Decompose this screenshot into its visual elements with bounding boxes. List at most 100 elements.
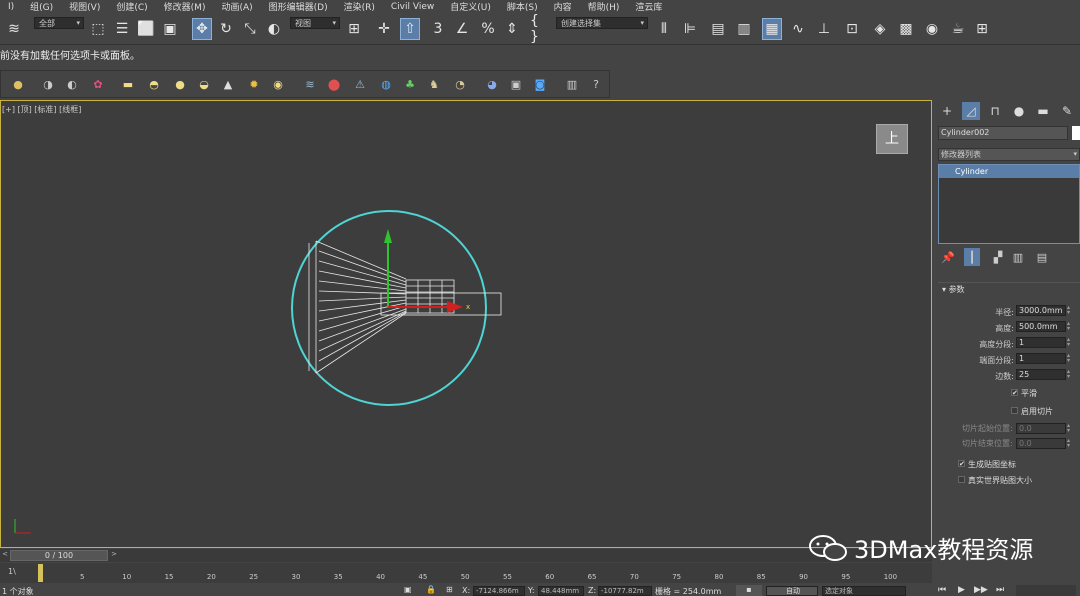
disc-icon[interactable]: ◒ (195, 75, 213, 93)
select-by-name-icon[interactable]: ☰ (112, 18, 132, 40)
viewport-label[interactable]: [+] [顶] [标准] [线框] (2, 104, 81, 115)
selection-filter-dropdown[interactable]: 全部 ▾ (34, 17, 84, 29)
window-crossing-icon[interactable]: ▣ (160, 18, 180, 40)
render-cloud-icon[interactable]: ⊞ (972, 18, 992, 40)
real-world-checkbox[interactable] (958, 476, 965, 483)
mirror-icon[interactable]: ⫴ (654, 18, 674, 40)
modifier-list-dropdown[interactable]: 修改器列表 ▾ (938, 148, 1080, 161)
help-icon[interactable]: ? (587, 75, 605, 93)
gravity-icon[interactable]: ⬤ (325, 75, 343, 93)
configure-sets-icon[interactable]: ▤ (1034, 248, 1050, 266)
named-selection-dropdown[interactable]: 创建选择集 ▾ (556, 17, 648, 29)
auto-key-button[interactable]: 自动 (766, 586, 818, 596)
schematic-view-icon[interactable]: ⊡ (842, 18, 862, 40)
transform-mode-icon[interactable]: ⊞ (446, 585, 453, 594)
slice-to-arrows[interactable]: ▴ ▾ (1067, 438, 1073, 449)
cap-segments-arrows[interactable]: ▴ ▾ (1067, 353, 1073, 364)
menu-item[interactable]: Civil View (383, 2, 442, 12)
gizmo-x-arrow[interactable] (447, 301, 463, 313)
gen-uv-checkbox[interactable]: ✔ (958, 460, 965, 468)
height-spinner-arrows[interactable]: ▴ ▾ (1067, 321, 1073, 332)
box-icon[interactable]: ▬ (119, 75, 137, 93)
slice-on-checkbox[interactable] (1011, 407, 1018, 414)
spinner-snap-icon[interactable]: ⇕ (502, 18, 522, 40)
display-tab-icon[interactable]: ▬ (1034, 102, 1052, 120)
viewport-mode-menu[interactable]: [线框] (59, 105, 81, 114)
align-icon[interactable]: ⊫ (680, 18, 700, 40)
viewport-top[interactable]: x (0, 100, 932, 548)
menu-item[interactable]: 内容 (546, 0, 580, 13)
sphere-icon[interactable]: ● (171, 75, 189, 93)
key-filter-dropdown[interactable]: 选定对象 (822, 586, 906, 596)
frame-buffer-icon[interactable]: ▣ (507, 75, 525, 93)
slice-to-spinner[interactable]: 0.0 (1016, 438, 1066, 449)
stack-item-cylinder[interactable]: Cylinder (939, 165, 1079, 178)
placement-icon[interactable]: ◐ (264, 18, 284, 40)
object-name-field[interactable]: Cylinder002 (938, 126, 1068, 140)
manipulate-icon[interactable]: ✛ (374, 18, 394, 40)
globe-icon[interactable]: ◍ (377, 75, 395, 93)
menu-item[interactable]: 组(G) (22, 0, 61, 13)
select-object-icon[interactable]: ⬚ (88, 18, 108, 40)
go-to-start-icon[interactable]: ⏮ (938, 585, 946, 595)
height-segments-arrows[interactable]: ▴ ▾ (1067, 337, 1073, 348)
menu-item[interactable]: 渲云库 (627, 0, 670, 13)
wind-icon[interactable]: ≋ (301, 75, 319, 93)
cap-segments-spinner[interactable]: 1 (1016, 353, 1066, 364)
percent-snap-icon[interactable]: % (478, 18, 498, 40)
layer-explorer-icon[interactable]: ▥ (734, 18, 754, 40)
set-key-icon[interactable]: ▪ (736, 585, 762, 596)
time-slider-thumb[interactable]: 0 / 100 (10, 550, 108, 561)
time-next-icon[interactable]: > (108, 550, 120, 561)
sides-arrows[interactable]: ▴ ▾ (1067, 369, 1073, 380)
curve-editor-icon[interactable]: ∿ (788, 18, 808, 40)
viewport-shading-menu[interactable]: [标准] (34, 105, 56, 114)
parameters-rollout-header[interactable]: ▾ 参数 (938, 282, 1080, 296)
smooth-checkbox[interactable]: ✔ (1011, 389, 1018, 397)
frame-field[interactable] (1016, 585, 1076, 596)
coord-system-dropdown[interactable]: 视图 ▾ (290, 17, 340, 29)
figure-icon[interactable]: ♞ (425, 75, 443, 93)
particles-icon[interactable]: ✿ (89, 75, 107, 93)
edit-named-selection-icon[interactable]: { } (530, 13, 550, 45)
render-frame-icon[interactable]: ◉ (922, 18, 942, 40)
sun-icon[interactable]: ✹ (245, 75, 263, 93)
radius-spinner-arrows[interactable]: ▴ ▾ (1067, 305, 1073, 316)
slice-from-arrows[interactable]: ▴ ▾ (1067, 423, 1073, 434)
layers-icon[interactable]: ≋ (4, 18, 24, 40)
menu-item[interactable]: I) (0, 2, 22, 12)
make-unique-icon[interactable]: ▞ (990, 248, 1006, 266)
object-color-swatch[interactable] (1072, 126, 1080, 140)
snap-3d-icon[interactable]: 3 (428, 18, 448, 40)
track-bar-toggle[interactable]: 1\ (8, 567, 16, 576)
z-coordinate-field[interactable]: -10777.82m (598, 586, 652, 596)
scale-icon[interactable]: ⤡ (240, 18, 260, 40)
menu-item[interactable]: 脚本(S) (499, 0, 546, 13)
light-icon[interactable]: ◉ (269, 75, 287, 93)
menu-item[interactable]: 自定义(U) (442, 0, 499, 13)
cone-icon[interactable]: ▲ (219, 75, 237, 93)
height-spinner[interactable]: 500.0mm (1016, 321, 1066, 332)
time-slider-track[interactable] (0, 549, 932, 562)
render-sphere-icon[interactable]: ◕ (483, 75, 501, 93)
x-coordinate-field[interactable]: -7124.866m (473, 586, 525, 596)
height-segments-spinner[interactable]: 1 (1016, 337, 1066, 348)
dope-sheet-icon[interactable]: ⊥ (814, 18, 834, 40)
vfb-icon[interactable]: ◙ (531, 75, 549, 93)
menu-item[interactable]: 动画(A) (213, 0, 260, 13)
next-frame-icon[interactable]: ▶▶ (974, 585, 988, 595)
menu-item[interactable]: 修改器(M) (156, 0, 214, 13)
hair-icon[interactable]: ◔ (451, 75, 469, 93)
menu-item[interactable]: 创建(C) (108, 0, 155, 13)
move-icon[interactable]: ✥ (192, 18, 212, 40)
go-to-end-icon[interactable]: ⏭ (996, 585, 1004, 595)
target-icon[interactable]: ◐ (63, 75, 81, 93)
play-icon[interactable]: ▶ (958, 585, 965, 595)
menu-item[interactable]: 渲染(R) (336, 0, 383, 13)
menu-item[interactable]: 帮助(H) (580, 0, 628, 13)
modify-tab-icon[interactable]: ◿ (962, 102, 980, 120)
settings-icon[interactable]: ▥ (563, 75, 581, 93)
hemisphere-icon[interactable]: ◓ (145, 75, 163, 93)
material-editor-icon[interactable]: ◈ (870, 18, 890, 40)
render-setup-icon[interactable]: ▩ (896, 18, 916, 40)
